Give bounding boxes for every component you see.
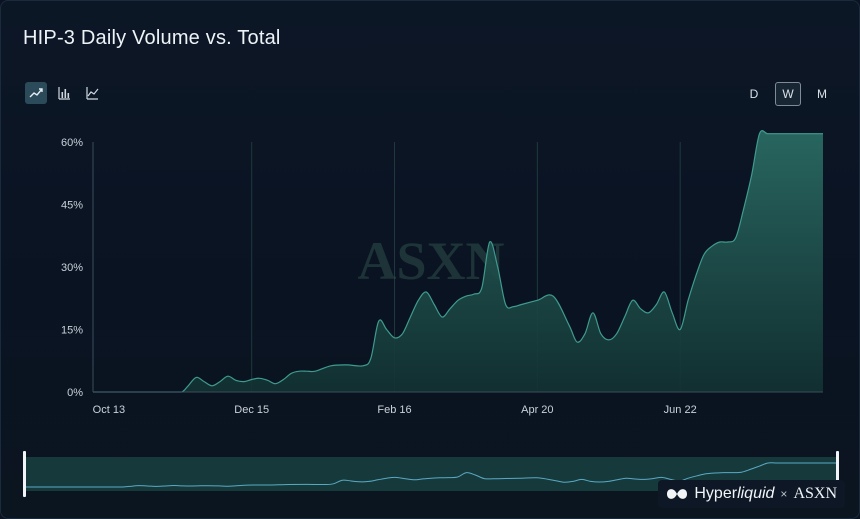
hyperliquid-wordmark: Hyperliquid [694,485,774,503]
area-chart: ASXN 0%15%30%45%60%Oct 13 Dec 15 Feb 16 Apr… [61,130,823,416]
hyperliquid-logo-icon [667,489,688,499]
y-tick-label: 45% [61,200,83,212]
branding-badge: Hyperliquid × ASXN [658,480,845,508]
y-tick-label: 15% [61,325,83,337]
x-tick-label: Oct 13 [93,404,125,416]
y-tick-label: 0% [67,387,83,399]
x-tick-label: Apr 20 [521,404,553,416]
brand-separator: × [780,487,788,501]
asxn-wordmark: ASXN [793,485,837,502]
x-tick-label: Feb 16 [377,404,411,416]
chart-panel: HIP-3 Daily Volume vs. Total D W M ASXN … [0,0,860,519]
navigator-left-handle[interactable] [23,451,26,497]
x-tick-label: Jun 22 [664,404,697,416]
x-tick-label: Dec 15 [234,404,269,416]
y-tick-label: 60% [61,137,83,149]
y-tick-label: 30% [61,262,83,274]
liquid-text: liquid [737,485,775,502]
hyper-text: Hyper [694,485,738,502]
